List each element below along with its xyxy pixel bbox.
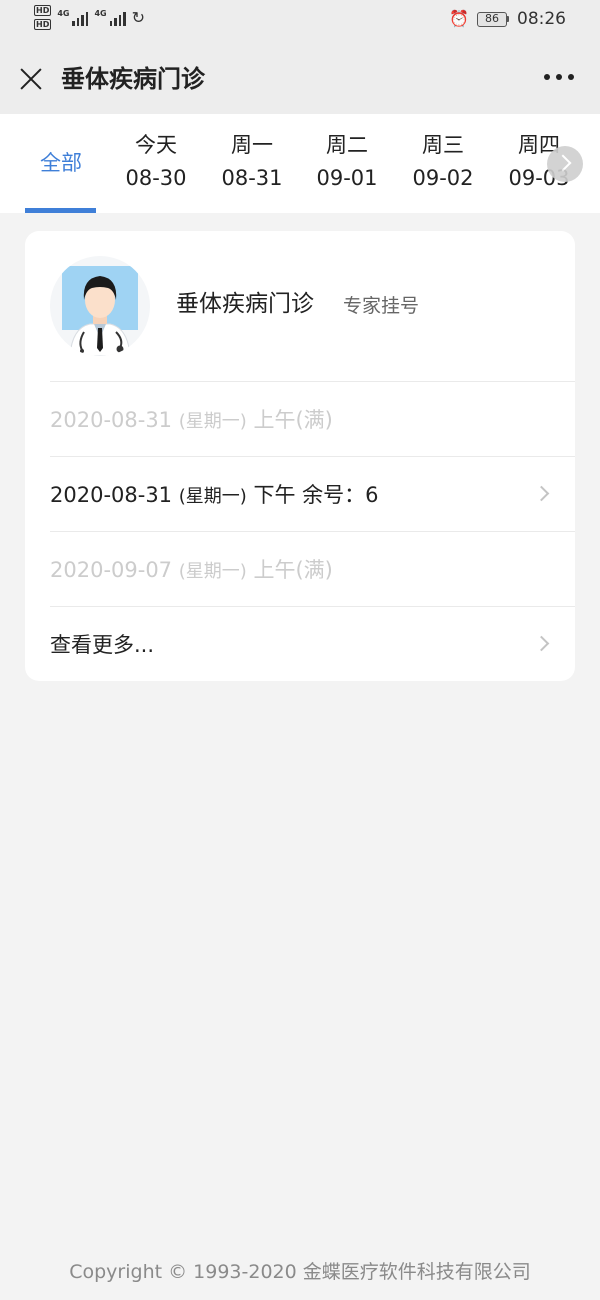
- tab-day[interactable]: 周一 08-31: [204, 114, 300, 213]
- tab-all[interactable]: 全部: [13, 114, 109, 213]
- schedule-text: 2020-09-07 (星期一) 上午(满): [50, 556, 333, 586]
- clinic-name: 垂体疾病门诊: [176, 291, 314, 317]
- doctor-avatar: [50, 256, 150, 356]
- status-icons-left: HD HD 4G 4G ↻: [34, 5, 145, 30]
- signal-icon: 4G: [57, 8, 89, 26]
- tab-date-label: 08-31: [221, 166, 283, 190]
- schedule-date: 2020-08-31: [50, 408, 173, 432]
- chevron-right-icon: [533, 485, 550, 502]
- schedule-weekday: (星期一): [178, 486, 247, 507]
- schedule-weekday: (星期一): [178, 411, 247, 432]
- tab-date-label: 08-30: [125, 166, 187, 190]
- date-tabs: 全部 今天 08-30 周一 08-31 周二 09-01 周三 09-02 周…: [0, 114, 600, 213]
- schedule-row[interactable]: 2020-08-31 (星期一) 下午 余号：6: [50, 456, 575, 531]
- tab-day-label: 周一: [231, 133, 273, 157]
- alarm-icon: ⏰: [449, 9, 469, 28]
- schedule-row: 2020-08-31 (星期一) 上午(满): [50, 381, 575, 456]
- battery-icon: 86: [477, 11, 509, 27]
- battery-level: 86: [477, 11, 507, 27]
- tab-label: 全部: [40, 151, 82, 175]
- network-type-label: 4G: [57, 8, 70, 18]
- tab-day-label: 周二: [326, 133, 368, 157]
- tab-day[interactable]: 今天 08-30: [108, 114, 204, 213]
- chevron-right-icon: [533, 635, 550, 652]
- schedule-date: 2020-09-07: [50, 558, 173, 582]
- data-saver-icon: ↻: [131, 7, 146, 27]
- network-type-label: 4G: [94, 8, 107, 18]
- view-more-row[interactable]: 查看更多...: [50, 606, 575, 681]
- clock-time: 08:26: [517, 9, 566, 29]
- tab-date-label: 09-02: [412, 166, 474, 190]
- schedule-period: 上午(满): [253, 408, 333, 432]
- copyright-footer: Copyright © 1993-2020 金蝶医疗软件科技有限公司: [69, 1261, 531, 1283]
- tab-day-label: 周三: [422, 133, 464, 157]
- status-icons-right: ⏰ 86 08:26: [449, 9, 566, 29]
- title-bar: 垂体疾病门诊: [0, 42, 600, 114]
- scroll-right-icon[interactable]: [547, 146, 583, 182]
- clinic-card: 垂体疾病门诊 专家挂号 2020-08-31 (星期一) 上午(满) 2020-…: [25, 231, 575, 681]
- registration-type: 专家挂号: [343, 295, 420, 317]
- close-icon[interactable]: [18, 66, 44, 92]
- tab-day[interactable]: 周二 09-01: [299, 114, 395, 213]
- tab-date-label: 09-01: [316, 166, 378, 190]
- more-icon[interactable]: [544, 74, 574, 80]
- schedule-weekday: (星期一): [178, 561, 247, 582]
- schedule-date: 2020-08-31: [50, 483, 173, 507]
- tab-day[interactable]: 周三 09-02: [395, 114, 491, 213]
- hd-badge: HD: [34, 19, 52, 30]
- schedule-text: 2020-08-31 (星期一) 上午(满): [50, 406, 333, 436]
- clinic-header: 垂体疾病门诊 专家挂号: [25, 231, 575, 381]
- hd-badges: HD HD: [34, 5, 52, 30]
- status-bar: HD HD 4G 4G ↻ ⏰ 86 08:26: [0, 0, 600, 42]
- schedule-row: 2020-09-07 (星期一) 上午(满): [50, 531, 575, 606]
- schedule-text: 2020-08-31 (星期一) 下午 余号：6: [50, 481, 379, 511]
- tab-day-label: 今天: [135, 133, 177, 157]
- schedule-period: 上午(满): [253, 558, 333, 582]
- view-more-label: 查看更多...: [50, 633, 155, 657]
- hd-badge: HD: [34, 5, 52, 16]
- active-tab-indicator: [25, 208, 96, 213]
- signal-icon: 4G: [94, 8, 126, 26]
- schedule-period: 下午 余号：6: [253, 483, 379, 507]
- page-title: 垂体疾病门诊: [61, 65, 205, 93]
